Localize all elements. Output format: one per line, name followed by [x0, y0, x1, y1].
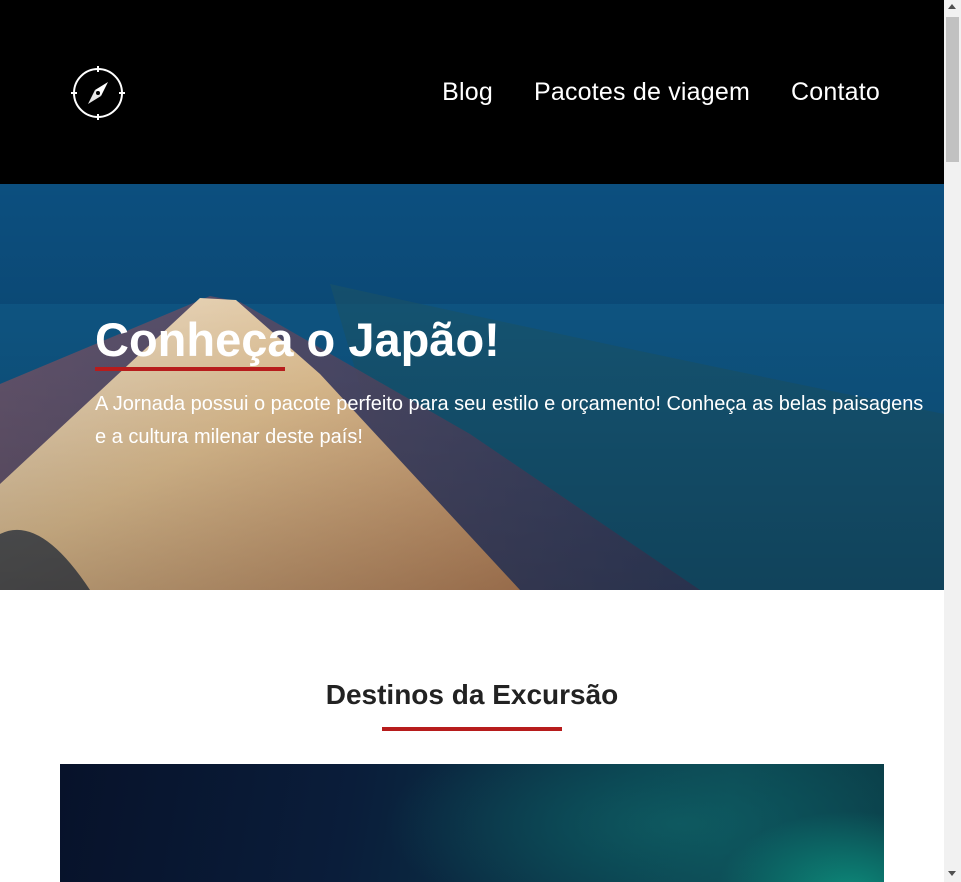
- main-nav: Blog Pacotes de viagem Contato: [442, 76, 880, 108]
- compass-icon: [71, 66, 125, 120]
- hero-title: Conheça o Japão!: [95, 313, 500, 366]
- vertical-scrollbar[interactable]: [944, 0, 961, 882]
- section-title-underline: [382, 727, 562, 731]
- hero-section: Conheça o Japão! A Jornada possui o paco…: [0, 184, 944, 590]
- scroll-up-arrow-icon[interactable]: [948, 4, 956, 9]
- logo-link[interactable]: [70, 65, 126, 121]
- scrollbar-thumb[interactable]: [946, 17, 959, 162]
- nav-link-contato[interactable]: Contato: [791, 76, 880, 108]
- hero-title-underline: [95, 367, 285, 371]
- nav-link-pacotes[interactable]: Pacotes de viagem: [534, 76, 750, 108]
- nav-link-blog[interactable]: Blog: [442, 76, 493, 108]
- destination-image: [60, 764, 884, 882]
- scroll-down-arrow-icon[interactable]: [948, 871, 956, 876]
- hero-description: A Jornada possui o pacote perfeito para …: [95, 393, 924, 448]
- page: Blog Pacotes de viagem Contato Conheça o…: [0, 0, 944, 882]
- site-header: Blog Pacotes de viagem Contato: [0, 0, 944, 184]
- section-title: Destinos da Excursão: [325, 679, 619, 710]
- hero-background-image: [0, 184, 944, 590]
